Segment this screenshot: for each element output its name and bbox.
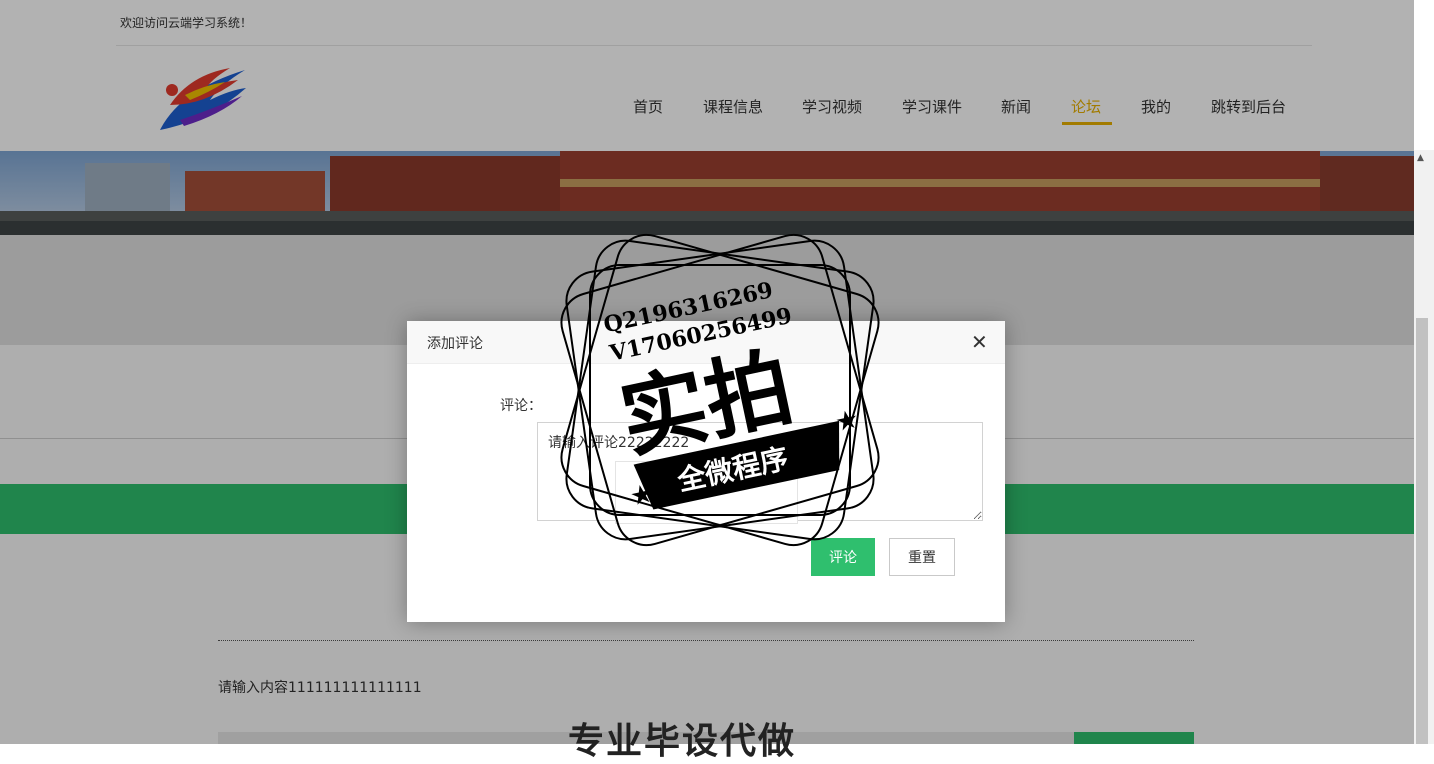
submit-comment-button[interactable]: 评论 bbox=[811, 538, 875, 576]
comment-label: 评论： bbox=[500, 398, 542, 414]
dialog-title: 添加评论 bbox=[427, 336, 483, 352]
scroll-up-icon[interactable]: ▲ bbox=[1417, 153, 1424, 163]
watermark-heading: 专业毕设代做 bbox=[568, 721, 797, 762]
dialog-header: 添加评论 ✕ bbox=[407, 321, 1005, 364]
scrollbar-thumb[interactable] bbox=[1416, 318, 1428, 744]
emoji-panel bbox=[615, 461, 798, 524]
close-icon[interactable]: ✕ bbox=[971, 330, 988, 354]
add-comment-dialog: 添加评论 ✕ 评论： 请输入评论22222222 评论 重置 bbox=[407, 321, 1005, 622]
reset-button[interactable]: 重置 bbox=[889, 538, 955, 576]
